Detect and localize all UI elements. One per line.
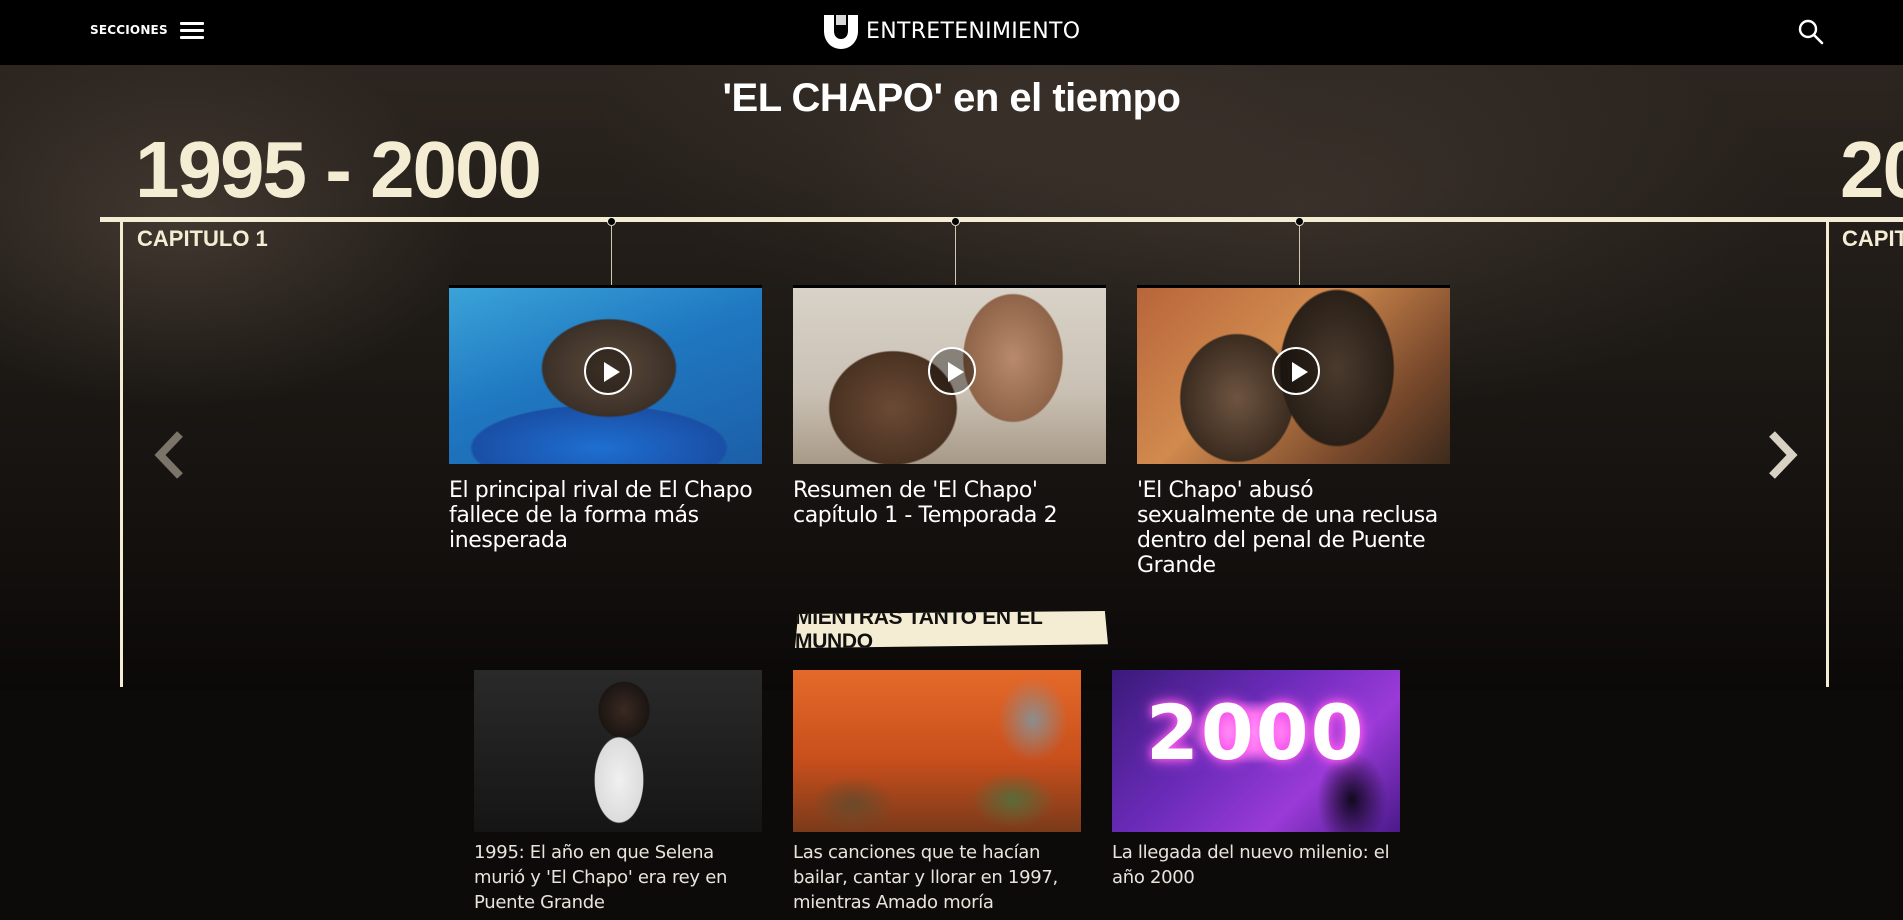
chapter-border-left bbox=[120, 222, 123, 687]
play-icon[interactable] bbox=[584, 347, 632, 395]
video-thumbnail[interactable] bbox=[793, 285, 1106, 464]
video-thumbnail[interactable] bbox=[449, 285, 762, 464]
world-article-card[interactable]: 2000 La llegada del nuevo milenio: el añ… bbox=[1112, 670, 1400, 890]
search-icon bbox=[1798, 19, 1824, 45]
search-button[interactable] bbox=[1797, 18, 1825, 46]
card-title[interactable]: 'El Chapo' abusó sexualmente de una recl… bbox=[1137, 478, 1450, 578]
article-thumbnail[interactable]: 2000 bbox=[1112, 670, 1400, 832]
chevron-left-icon bbox=[154, 431, 183, 479]
chapter-border-right bbox=[1826, 222, 1829, 687]
video-card[interactable]: El principal rival de El Chapo fallece d… bbox=[449, 285, 762, 553]
chevron-right-icon bbox=[1769, 431, 1798, 479]
play-icon[interactable] bbox=[1272, 347, 1320, 395]
video-card[interactable]: 'El Chapo' abusó sexualmente de una recl… bbox=[1137, 285, 1450, 578]
card-title[interactable]: Resumen de 'El Chapo' capítulo 1 - Tempo… bbox=[793, 478, 1106, 528]
timeline-line bbox=[100, 217, 1903, 222]
chapter-label: CAPITULO 1 bbox=[137, 226, 268, 251]
world-article-card[interactable]: 1995: El año en que Selena murió y 'El C… bbox=[474, 670, 762, 915]
carousel-next-button[interactable] bbox=[1762, 430, 1802, 480]
play-icon[interactable] bbox=[928, 347, 976, 395]
video-thumbnail[interactable] bbox=[1137, 285, 1450, 464]
article-thumbnail[interactable] bbox=[474, 670, 762, 832]
article-title[interactable]: 1995: El año en que Selena murió y 'El C… bbox=[474, 840, 762, 915]
timeline-node-stem bbox=[1299, 225, 1300, 285]
next-chapter-label[interactable]: CAPITU bbox=[1842, 226, 1903, 252]
timeline-node-stem bbox=[955, 225, 956, 285]
meanwhile-section-label: MIENTRAS TANTO EN EL MUNDO bbox=[795, 611, 1108, 648]
brand-name: ENTRETENIMIENTO bbox=[866, 18, 1081, 44]
era-title: 1995 - 2000 bbox=[135, 125, 542, 214]
timeline-node-stem bbox=[611, 225, 612, 285]
neon-year-text: 2000 bbox=[1146, 688, 1366, 777]
sections-label: SECCIONES bbox=[90, 23, 168, 37]
article-title[interactable]: Las canciones que te hacían bailar, cant… bbox=[793, 840, 1081, 915]
brand-logo-link[interactable]: ENTRETENIMIENTO bbox=[822, 10, 1080, 52]
top-bar: SECCIONES ENTRETENIMIENTO bbox=[0, 0, 1903, 65]
video-card[interactable]: Resumen de 'El Chapo' capítulo 1 - Tempo… bbox=[793, 285, 1106, 528]
univision-logo-icon bbox=[824, 15, 858, 49]
world-article-card[interactable]: Las canciones que te hacían bailar, cant… bbox=[793, 670, 1081, 915]
hamburger-icon bbox=[179, 21, 204, 39]
sections-menu-button[interactable]: SECCIONES bbox=[90, 20, 204, 40]
next-era-title[interactable]: 20 bbox=[1840, 130, 1903, 210]
carousel-prev-button[interactable] bbox=[150, 430, 190, 480]
article-thumbnail[interactable] bbox=[793, 670, 1081, 832]
page-title: 'EL CHAPO' en el tiempo bbox=[722, 76, 1181, 120]
card-title[interactable]: El principal rival de El Chapo fallece d… bbox=[449, 478, 762, 553]
article-title[interactable]: La llegada del nuevo milenio: el año 200… bbox=[1112, 840, 1400, 890]
